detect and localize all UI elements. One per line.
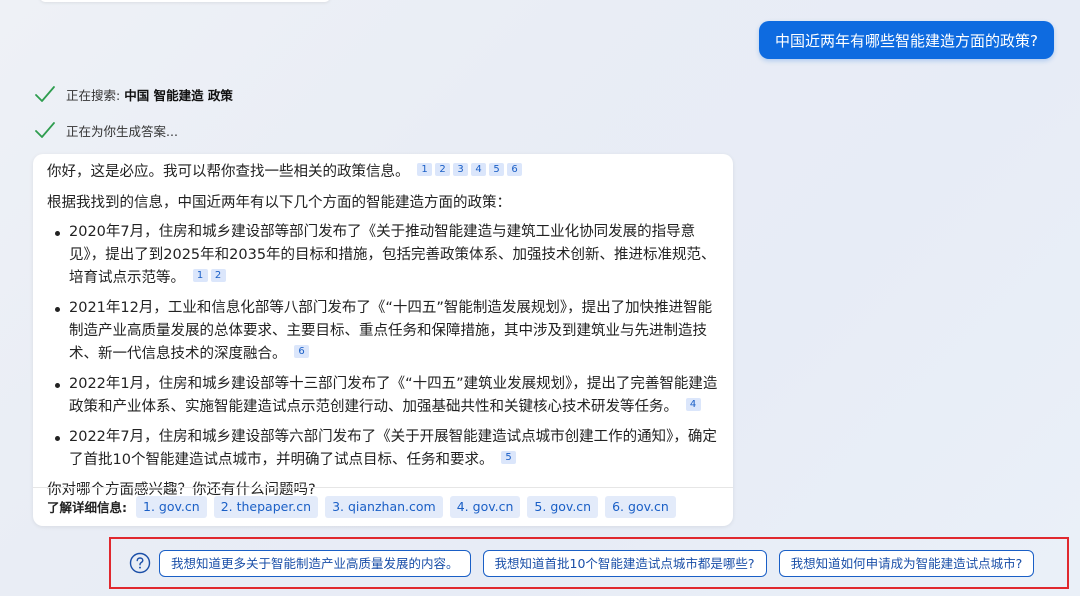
citation-link[interactable]: 6 xyxy=(294,345,310,358)
user-message-bubble: 中国近两年有哪些智能建造方面的政策? xyxy=(759,21,1054,59)
policy-text: 2022年7月，住房和城乡建设部等六部门发布了《关于开展智能建造试点城市创建工作… xyxy=(69,429,717,468)
previous-message-fragment xyxy=(40,0,330,2)
policy-list-item: 2021年12月，工业和信息化部等八部门发布了《“十四五”智能制造发展规划》，提… xyxy=(55,297,719,366)
citation-link[interactable]: 1 xyxy=(192,269,208,282)
search-status-label: 正在搜索: xyxy=(66,87,121,103)
citation-group: 6 xyxy=(294,345,310,358)
policy-text: 2021年12月，工业和信息化部等八部门发布了《“十四五”智能制造发展规划》，提… xyxy=(69,300,713,362)
citation-link[interactable]: 2 xyxy=(210,269,226,282)
citation-group: 5 xyxy=(501,451,517,464)
question-circle-icon[interactable] xyxy=(129,552,151,574)
suggestion-button[interactable]: 我想知道首批10个智能建造试点城市都是哪些? xyxy=(482,549,767,577)
citation-group: 1 2 3 4 5 6 xyxy=(417,163,523,176)
citation-link[interactable]: 5 xyxy=(489,163,505,176)
citation-link[interactable]: 6 xyxy=(507,163,523,176)
answer-intro-text: 你好，这是必应。我可以帮你查找一些相关的政策信息。 xyxy=(47,164,410,180)
citation-link[interactable]: 4 xyxy=(685,398,701,411)
policy-list-item: 2020年7月，住房和城乡建设部等部门发布了《关于推动智能建造与建筑工业化协同发… xyxy=(55,221,719,290)
citation-link[interactable]: 1 xyxy=(417,163,433,176)
source-link[interactable]: 3. qianzhan.com xyxy=(325,496,443,518)
learn-more-bar: 了解详细信息: 1. gov.cn 2. thepaper.cn 3. qian… xyxy=(33,487,733,526)
generating-status: 正在为你生成答案... xyxy=(34,120,178,140)
policy-list: 2020年7月，住房和城乡建设部等部门发布了《关于推动智能建造与建筑工业化协同发… xyxy=(47,221,719,472)
citation-group: 1 2 xyxy=(192,269,226,282)
answer-lead: 根据我找到的信息，中国近两年有以下几个方面的智能建造方面的政策： xyxy=(47,195,511,211)
policy-list-item: 2022年1月，住房和城乡建设部等十三部门发布了《“十四五”建筑业发展规划》，提… xyxy=(55,373,719,419)
answer-card: 你好，这是必应。我可以帮你查找一些相关的政策信息。 1 2 3 4 5 6 根据… xyxy=(33,154,733,526)
suggestion-button[interactable]: 我想知道如何申请成为智能建造试点城市? xyxy=(778,549,1035,577)
user-message-text: 中国近两年有哪些智能建造方面的政策? xyxy=(775,31,1038,50)
search-status-query: 中国 智能建造 政策 xyxy=(124,87,233,103)
citation-link[interactable]: 4 xyxy=(471,163,487,176)
policy-text: 2022年1月，住房和城乡建设部等十三部门发布了《“十四五”建筑业发展规划》，提… xyxy=(69,376,718,415)
answer-intro: 你好，这是必应。我可以帮你查找一些相关的政策信息。 1 2 3 4 5 6 xyxy=(47,161,719,184)
policy-list-item: 2022年7月，住房和城乡建设部等六部门发布了《关于开展智能建造试点城市创建工作… xyxy=(55,426,719,472)
source-link[interactable]: 6. gov.cn xyxy=(605,496,676,518)
suggestion-button[interactable]: 我想知道更多关于智能制造产业高质量发展的内容。 xyxy=(159,549,471,577)
citation-link[interactable]: 2 xyxy=(435,163,451,176)
source-link[interactable]: 1. gov.cn xyxy=(136,496,207,518)
generating-status-label: 正在为你生成答案... xyxy=(66,123,178,139)
citation-group: 4 xyxy=(685,398,701,411)
checkmark-icon xyxy=(35,86,55,102)
source-link[interactable]: 5. gov.cn xyxy=(527,496,599,518)
checkmark-icon xyxy=(35,122,55,138)
source-link[interactable]: 2. thepaper.cn xyxy=(213,496,319,518)
policy-text: 2020年7月，住房和城乡建设部等部门发布了《关于推动智能建造与建筑工业化协同发… xyxy=(69,224,716,286)
citation-link[interactable]: 3 xyxy=(453,163,469,176)
citation-link[interactable]: 5 xyxy=(501,451,517,464)
search-status: 正在搜索: 中国 智能建造 政策 xyxy=(34,84,233,104)
suggested-questions: 我想知道更多关于智能制造产业高质量发展的内容。 我想知道首批10个智能建造试点城… xyxy=(109,537,1069,589)
learn-more-label: 了解详细信息: xyxy=(47,499,127,515)
source-link[interactable]: 4. gov.cn xyxy=(449,496,521,518)
